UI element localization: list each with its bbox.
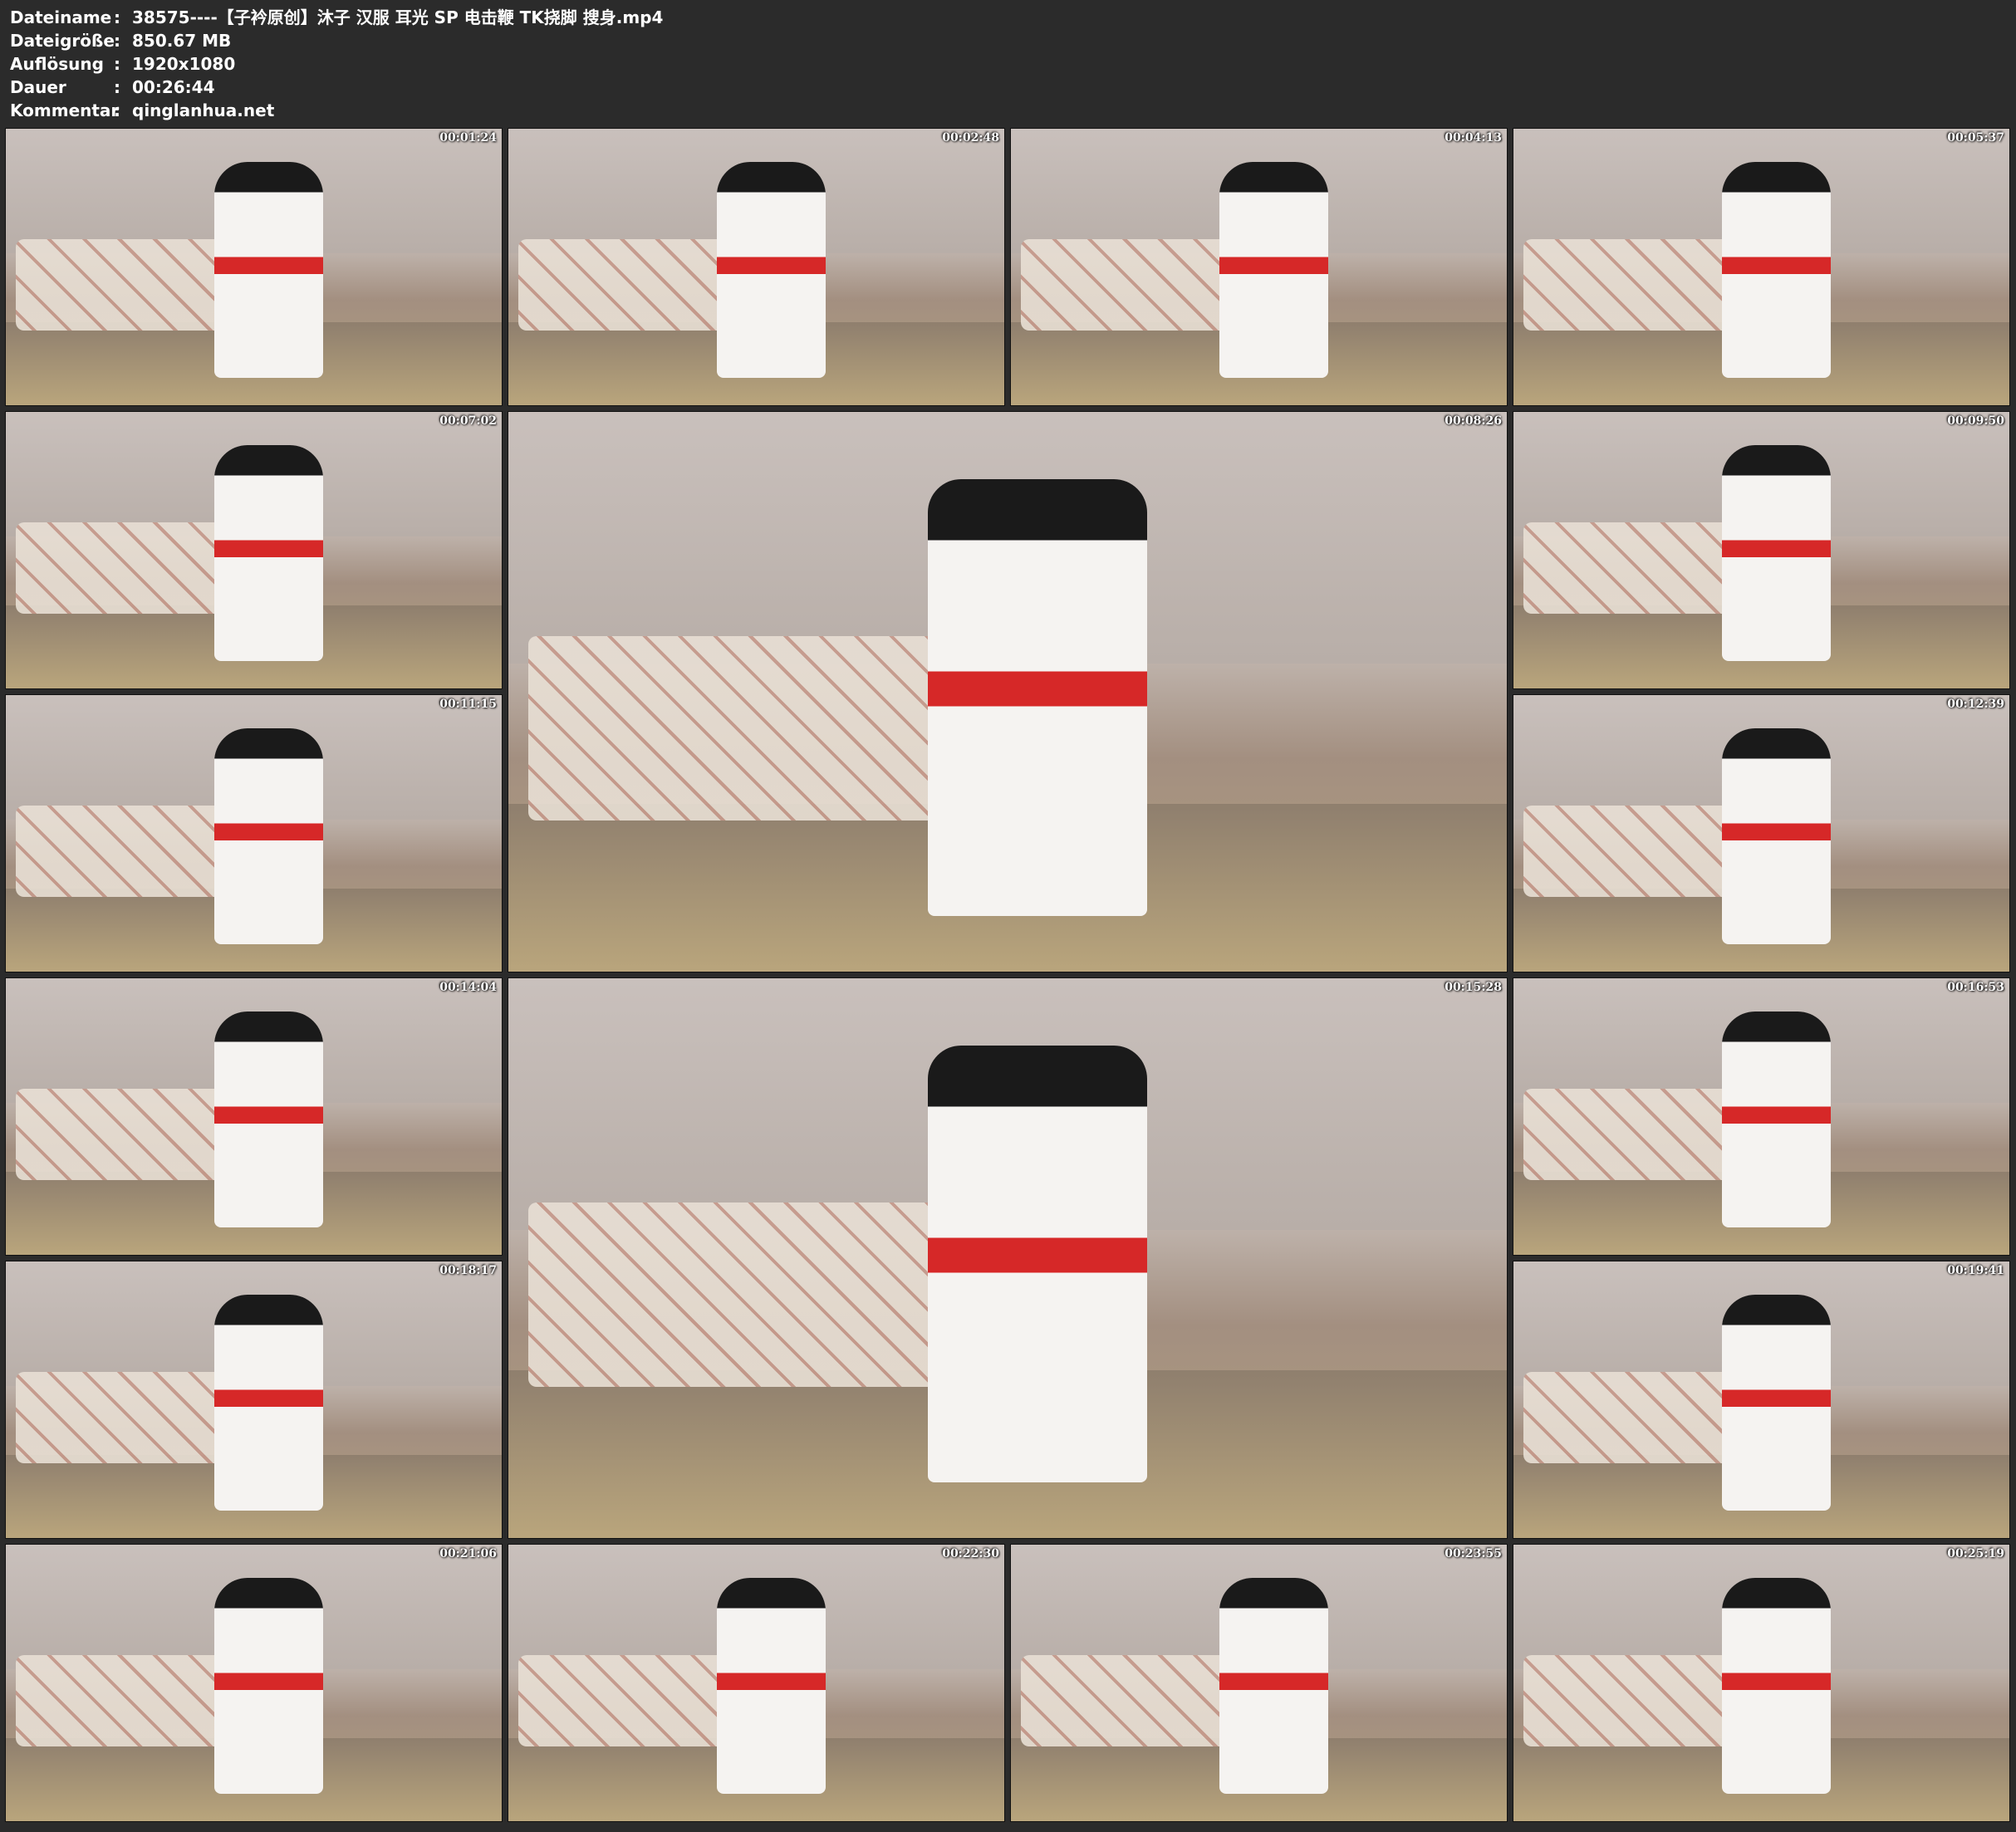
thumbnail-timestamp: 00:19:41: [1947, 1264, 2004, 1277]
video-thumbnail: 00:25:19: [1513, 1544, 2010, 1822]
video-thumbnail: 00:09:50: [1513, 411, 2010, 689]
thumbnail-timestamp: 00:05:37: [1947, 131, 2004, 145]
info-separator: :: [114, 54, 120, 74]
info-value: qinglanhua.net: [132, 100, 275, 120]
info-value: 00:26:44: [132, 77, 215, 97]
info-row-resolution: Auflösung : 1920x1080: [10, 52, 663, 76]
info-row-filename: Dateiname : 38575----【子衿原创】沐子 汉服 耳光 SP 电…: [10, 6, 663, 29]
video-thumbnail: 00:21:06: [5, 1544, 503, 1822]
thumbnail-timestamp: 00:11:15: [439, 698, 497, 711]
thumbnail-timestamp: 00:08:26: [1445, 414, 1502, 428]
video-thumbnail: 00:18:17: [5, 1261, 503, 1539]
info-label: Kommentar: [10, 100, 120, 120]
info-label: Dateiname: [10, 7, 112, 27]
thumbnail-timestamp: 00:02:48: [942, 131, 999, 145]
info-label: Auflösung: [10, 54, 104, 74]
video-thumbnail: 00:01:24: [5, 128, 503, 406]
video-thumbnail: 00:02:48: [508, 128, 1005, 406]
video-thumbnail: 00:23:55: [1010, 1544, 1508, 1822]
info-separator: :: [114, 100, 120, 120]
info-separator: :: [114, 7, 120, 27]
thumbnail-timestamp: 00:16:53: [1947, 981, 2004, 994]
thumbnail-timestamp: 00:01:24: [439, 131, 497, 145]
info-label: Dateigröße: [10, 31, 115, 51]
video-thumbnail: 00:14:04: [5, 977, 503, 1256]
video-thumbnail: 00:19:41: [1513, 1261, 2010, 1539]
video-thumbnail: 00:05:37: [1513, 128, 2010, 406]
info-value: 1920x1080: [132, 54, 236, 74]
thumbnail-timestamp: 00:15:28: [1445, 981, 1502, 994]
info-row-duration: Dauer : 00:26:44: [10, 76, 663, 99]
file-info-panel: Dateiname : 38575----【子衿原创】沐子 汉服 耳光 SP 电…: [10, 6, 663, 122]
info-row-filesize: Dateigröße : 850.67 MB: [10, 29, 663, 52]
thumbnail-timestamp: 00:21:06: [439, 1547, 497, 1560]
info-separator: :: [114, 31, 120, 51]
info-row-comment: Kommentar : qinglanhua.net: [10, 99, 663, 122]
video-thumbnail: 00:11:15: [5, 694, 503, 972]
thumbnail-timestamp: 00:09:50: [1947, 414, 2004, 428]
info-value: 850.67 MB: [132, 31, 232, 51]
thumbnail-timestamp: 00:14:04: [439, 981, 497, 994]
info-separator: :: [114, 77, 120, 97]
video-thumbnail-large: 00:08:26: [508, 411, 1508, 972]
video-thumbnail: 00:22:30: [508, 1544, 1005, 1822]
info-value: 38575----【子衿原创】沐子 汉服 耳光 SP 电击鞭 TK挠脚 搜身.m…: [132, 7, 664, 27]
video-thumbnail: 00:07:02: [5, 411, 503, 689]
thumbnail-timestamp: 00:25:19: [1947, 1547, 2004, 1560]
video-thumbnail-large: 00:15:28: [508, 977, 1508, 1539]
info-label: Dauer: [10, 77, 66, 97]
thumbnail-timestamp: 00:04:13: [1445, 131, 1502, 145]
thumbnail-timestamp: 00:22:30: [942, 1547, 999, 1560]
thumbnail-timestamp: 00:18:17: [439, 1264, 497, 1277]
thumbnail-timestamp: 00:12:39: [1947, 698, 2004, 711]
thumbnail-timestamp: 00:23:55: [1445, 1547, 1502, 1560]
video-thumbnail: 00:04:13: [1010, 128, 1508, 406]
video-thumbnail: 00:16:53: [1513, 977, 2010, 1256]
video-thumbnail: 00:12:39: [1513, 694, 2010, 972]
thumbnail-timestamp: 00:07:02: [439, 414, 497, 428]
